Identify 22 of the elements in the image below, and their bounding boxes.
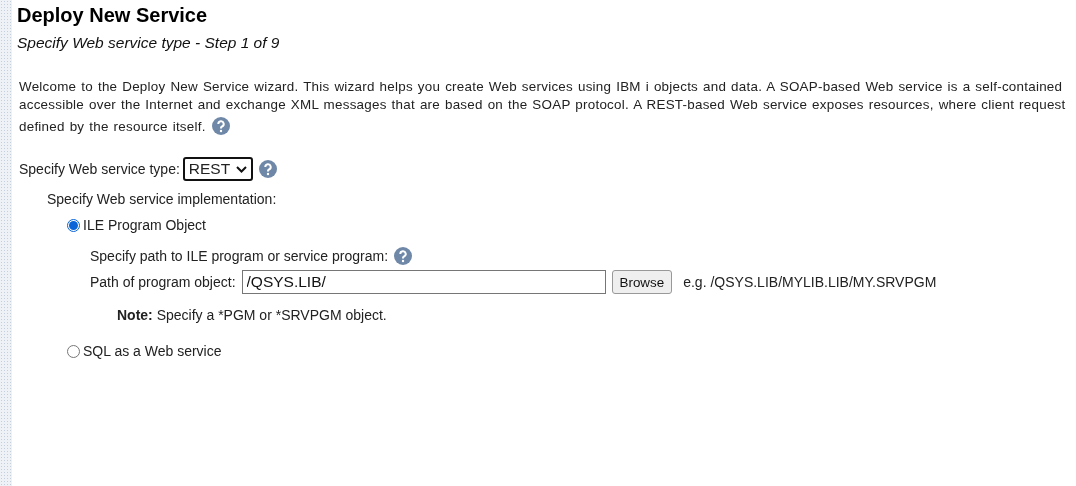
radio-button[interactable] <box>67 218 80 232</box>
browse-button[interactable]: Browse <box>611 270 673 294</box>
field-label: Specify Web service type: <box>19 161 180 177</box>
step-subtitle: Specify Web service type - Step 1 of 9 <box>17 34 281 52</box>
intro-text-line: defined by the resource itself. <box>19 118 206 134</box>
field-label: Path of program object: <box>90 274 236 290</box>
field-prompt: Specify path to ILE program or service program: <box>90 248 389 264</box>
intro-text-line: accessible over the Internet and exchange XML messages that are based on the SOAP protocol. A REST-based Web service exposes resources, where client request <box>19 96 1067 114</box>
section-label: Specify Web service implementation: <box>47 191 277 207</box>
example-text: e.g. /QSYS.LIB/MYLIB.LIB/MY.SRVPGM <box>683 274 937 290</box>
help-icon[interactable] <box>211 117 230 135</box>
note-text: Note: Specify a *PGM or *SRVPGM object. <box>117 307 387 323</box>
radio-button[interactable] <box>67 344 80 358</box>
help-icon[interactable] <box>259 160 278 178</box>
intro-text-line: Welcome to the Deploy New Service wizard. This wizard helps you create Web services using IBM i objects and data. A SOAP-based Web service is a self-contained <box>19 78 1064 96</box>
radio-label[interactable]: SQL as a Web service <box>83 343 222 359</box>
page-title: Deploy New Service <box>17 3 209 27</box>
chevron-icon <box>236 165 248 173</box>
radio-label[interactable]: ILE Program Object <box>83 217 206 233</box>
type-select[interactable]: REST <box>182 157 254 181</box>
help-icon[interactable] <box>394 247 413 265</box>
path-field[interactable]: /QSYS.LIB/ <box>241 270 606 294</box>
